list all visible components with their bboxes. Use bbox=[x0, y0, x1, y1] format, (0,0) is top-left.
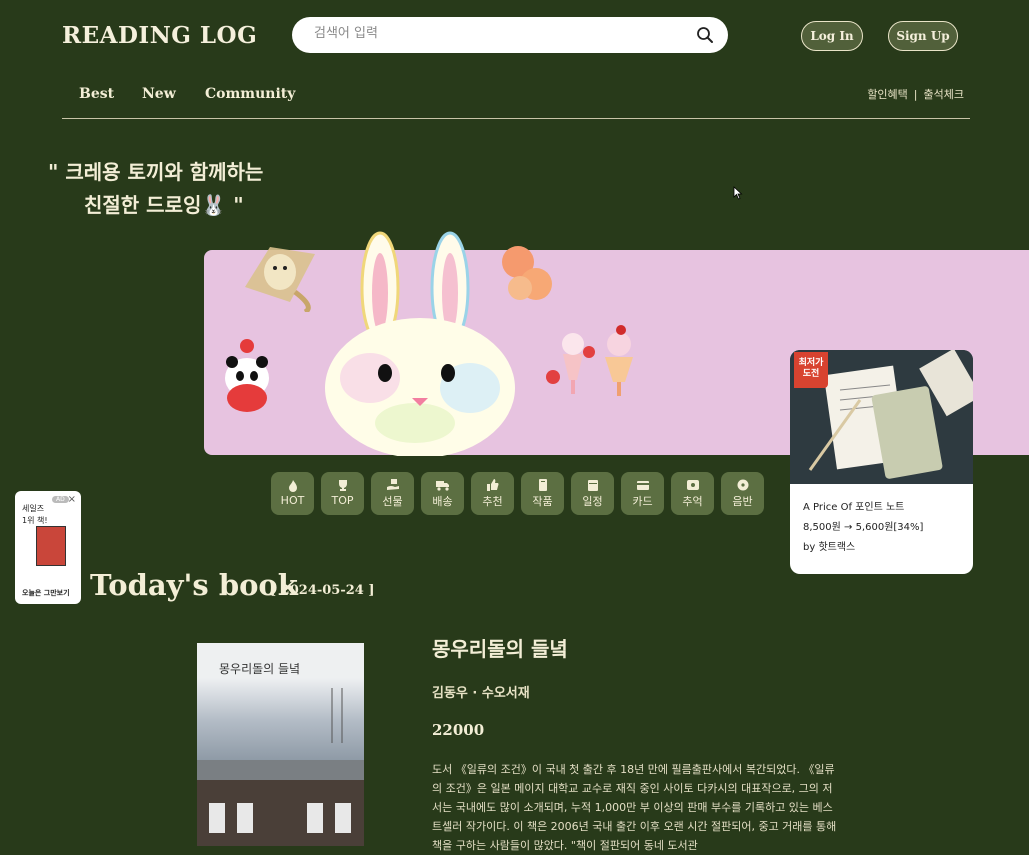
discount-link[interactable]: 할인혜택 bbox=[867, 88, 907, 101]
category-buttons: HOT TOP 선물 배송 추천 작품 일정 카드 추억 음반 bbox=[271, 472, 764, 515]
product-info: A Price Of 포인트 노트 8,500원 → 5,600원[34%] b… bbox=[790, 484, 973, 572]
close-icon[interactable]: × bbox=[68, 494, 76, 505]
peach-illustration bbox=[502, 246, 552, 300]
truck-icon bbox=[435, 480, 449, 491]
book-cover[interactable]: 몽우리돌의 들녘 bbox=[197, 643, 364, 846]
lowest-price-badge: 최저가 도전 bbox=[794, 352, 828, 388]
fire-icon bbox=[288, 480, 297, 492]
hero-title-line2: 친절한 드로잉🐰 " bbox=[84, 193, 244, 217]
nav-item-community[interactable]: Community bbox=[205, 86, 295, 102]
ad-book-image bbox=[36, 526, 66, 566]
trophy-icon bbox=[338, 480, 347, 491]
utility-links: 할인혜택 | 출석체크 bbox=[867, 86, 964, 102]
parfait-illustration bbox=[546, 325, 633, 396]
category-album[interactable]: 음반 bbox=[721, 472, 764, 515]
category-works[interactable]: 작품 bbox=[521, 472, 564, 515]
category-label: 카드 bbox=[632, 494, 653, 508]
book-icon bbox=[538, 478, 547, 491]
ad-line1: 세일즈 bbox=[22, 504, 45, 513]
search-bar[interactable] bbox=[292, 17, 728, 53]
search-input[interactable] bbox=[312, 25, 696, 42]
card-icon bbox=[636, 480, 649, 490]
signup-button[interactable]: Sign Up bbox=[888, 21, 958, 51]
cover-title: 몽우리돌의 들녘 bbox=[219, 662, 301, 676]
category-label: 추천 bbox=[482, 494, 503, 508]
search-icon[interactable] bbox=[696, 26, 714, 48]
category-hot[interactable]: HOT bbox=[271, 472, 314, 515]
floating-ad[interactable]: 세일즈 1위 책! AD × 오늘은 그만보기 bbox=[15, 491, 81, 604]
disc-icon bbox=[737, 479, 748, 490]
category-label: 작품 bbox=[532, 494, 553, 508]
mouse-cursor-icon bbox=[733, 186, 743, 200]
ad-badge: AD bbox=[52, 496, 69, 503]
photo-box-icon bbox=[686, 479, 699, 490]
site-logo[interactable]: READING LOG bbox=[62, 22, 257, 49]
todays-book-date: [ 2024-05-24 ] bbox=[270, 583, 375, 598]
category-label: HOT bbox=[280, 494, 305, 507]
book-description: 도서 《일류의 조건》이 국내 첫 출간 후 18년 만에 필름출판사에서 복간… bbox=[432, 763, 837, 852]
book-price: 22000 bbox=[432, 721, 485, 739]
thumbs-up-icon bbox=[486, 478, 498, 491]
category-schedule[interactable]: 일정 bbox=[571, 472, 614, 515]
nav-item-new[interactable]: New bbox=[142, 86, 176, 102]
ad-dismiss-today[interactable]: 오늘은 그만보기 bbox=[22, 588, 70, 598]
gift-hand-icon bbox=[386, 478, 399, 490]
category-memory[interactable]: 추억 bbox=[671, 472, 714, 515]
category-recommend[interactable]: 추천 bbox=[471, 472, 514, 515]
category-top[interactable]: TOP bbox=[321, 472, 364, 515]
product-card[interactable]: 최저가 도전 A Price Of 포인트 노트 8,500원 → 5,600원… bbox=[790, 350, 973, 574]
category-delivery[interactable]: 배송 bbox=[421, 472, 464, 515]
category-label: 선물 bbox=[382, 494, 403, 508]
rabbit-illustration bbox=[325, 231, 515, 456]
product-price: 8,500원 → 5,600원[34%] bbox=[803, 522, 924, 533]
calendar-icon bbox=[587, 479, 598, 491]
hero-title-line1: " 크레용 토끼와 함께하는 bbox=[48, 160, 264, 184]
flying-squirrel-illustration bbox=[245, 247, 315, 312]
book-title[interactable]: 몽우리돌의 들녘 bbox=[432, 633, 568, 662]
login-button[interactable]: Log In bbox=[801, 21, 863, 51]
category-label: 배송 bbox=[432, 494, 453, 508]
header-divider bbox=[62, 118, 970, 119]
panda-strawberry-illustration bbox=[225, 339, 269, 412]
attendance-link[interactable]: 출석체크 bbox=[924, 88, 964, 101]
nav-item-best[interactable]: Best bbox=[79, 86, 114, 102]
category-label: 일정 bbox=[582, 494, 603, 508]
category-label: 추억 bbox=[682, 494, 703, 508]
hero-title: " 크레용 토끼와 함께하는 친절한 드로잉🐰 " bbox=[48, 156, 263, 222]
book-author: 김동우 · 수오서재 bbox=[432, 686, 530, 701]
category-label: 음반 bbox=[732, 494, 753, 508]
ad-text: 세일즈 1위 책! bbox=[22, 503, 48, 527]
product-name: A Price Of 포인트 노트 bbox=[803, 502, 905, 513]
product-image: 최저가 도전 bbox=[790, 350, 973, 484]
category-label: TOP bbox=[331, 494, 354, 507]
todays-book-heading: Today's book bbox=[90, 568, 298, 602]
util-separator: | bbox=[913, 88, 918, 101]
category-gift[interactable]: 선물 bbox=[371, 472, 414, 515]
product-seller: by 핫트랙스 bbox=[803, 542, 856, 553]
category-card[interactable]: 카드 bbox=[621, 472, 664, 515]
